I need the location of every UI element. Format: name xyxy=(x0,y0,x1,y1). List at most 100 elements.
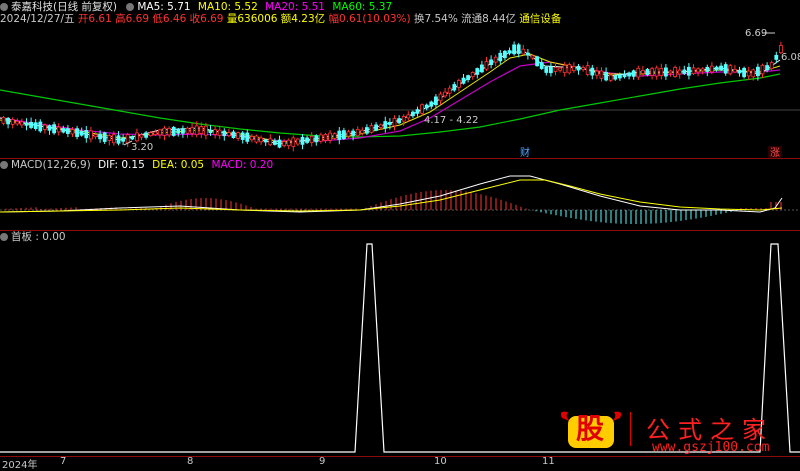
candle-body xyxy=(456,80,461,88)
x-axis-line xyxy=(0,456,800,457)
candle-body xyxy=(121,137,125,142)
x-axis-label: 8 xyxy=(187,456,194,467)
candle-body xyxy=(420,104,425,114)
candle-body xyxy=(539,62,544,69)
candle-body xyxy=(714,66,719,71)
candle-body xyxy=(397,118,402,124)
candle-body xyxy=(116,135,121,144)
candle-body xyxy=(208,129,213,134)
x-axis-label: 2024年 xyxy=(2,460,38,471)
candle-body xyxy=(360,129,365,134)
candle-body xyxy=(268,138,273,146)
candle-body xyxy=(277,139,282,148)
panel-separator-2[interactable] xyxy=(0,230,800,231)
candle-body xyxy=(461,77,466,84)
candle-body xyxy=(401,116,406,122)
x-axis-label: 7 xyxy=(60,456,67,467)
candle-body xyxy=(687,66,691,76)
watermark: 股 公式之家 www.gszj100.com xyxy=(556,408,800,455)
candle-body xyxy=(148,132,153,137)
candle-body xyxy=(236,132,241,139)
candle-body xyxy=(479,64,484,73)
right-price-label: 6.08 xyxy=(781,52,800,63)
candle-body xyxy=(222,130,227,137)
candle-body xyxy=(38,121,43,132)
candle-body xyxy=(355,129,360,137)
candle-body xyxy=(153,131,158,135)
candle-body xyxy=(567,64,572,74)
candle-body xyxy=(93,134,98,138)
candle-body xyxy=(710,65,714,73)
candle-body xyxy=(70,129,75,135)
candle-body xyxy=(52,124,56,134)
candle-body xyxy=(700,68,705,72)
candle-body xyxy=(107,135,112,141)
candle-body xyxy=(47,125,52,131)
candle-body xyxy=(56,126,61,133)
candle-body xyxy=(484,61,489,70)
watermark-glyph: 股 xyxy=(575,412,604,445)
candle-body xyxy=(332,133,337,139)
candle-body xyxy=(429,101,434,107)
price-chart[interactable]: 6.69 6.08 4.17 - 4.22 3.20 财 涨 xyxy=(0,0,800,158)
candle-body xyxy=(549,66,553,74)
candle-body xyxy=(765,65,769,71)
candle-body xyxy=(618,74,622,79)
candle-body xyxy=(185,127,190,134)
candle-body xyxy=(599,70,604,79)
candle-body xyxy=(521,48,526,55)
candle-body xyxy=(645,68,650,76)
candle-body xyxy=(604,72,608,81)
candle-body xyxy=(673,67,677,77)
candle-body xyxy=(75,128,79,137)
candle-body xyxy=(512,44,516,55)
x-axis: 2024年 7 8 9 10 11 xyxy=(0,456,800,471)
candle-body xyxy=(498,52,503,62)
shouban-menu-icon[interactable] xyxy=(0,233,8,241)
candle-body xyxy=(337,130,342,140)
candle-body xyxy=(300,136,305,145)
candle-body xyxy=(742,67,746,78)
macd-menu-icon[interactable] xyxy=(0,161,8,169)
candle-body xyxy=(180,128,185,134)
candle-body xyxy=(318,134,323,142)
candle-body xyxy=(374,124,379,131)
candle-body xyxy=(378,124,383,128)
x-axis-label: 10 xyxy=(434,456,447,467)
candle-body xyxy=(369,125,374,133)
candle-body xyxy=(328,132,333,141)
candle-body xyxy=(475,68,480,75)
candle-body xyxy=(677,69,682,75)
candle-body xyxy=(254,135,259,143)
macd-chart[interactable] xyxy=(0,170,800,230)
badge-zhang[interactable]: 涨 xyxy=(770,147,780,158)
candle-body xyxy=(691,67,696,75)
candle-body xyxy=(502,50,507,59)
candle-body xyxy=(226,132,231,137)
candle-body xyxy=(470,72,475,78)
candle-body xyxy=(15,120,20,125)
candle-body xyxy=(98,133,102,140)
candle-body xyxy=(194,125,199,136)
candle-body xyxy=(769,62,774,70)
candle-body xyxy=(659,67,664,77)
candle-body xyxy=(364,127,369,134)
watermark-url: www.gszj100.com xyxy=(652,440,770,455)
candle-body xyxy=(309,135,314,144)
candle-body xyxy=(627,72,631,77)
candle-body xyxy=(585,65,590,75)
candle-body xyxy=(24,122,29,126)
candle-body xyxy=(410,111,415,117)
candle-body xyxy=(144,132,149,138)
x-axis-label: 9 xyxy=(319,456,326,467)
candle-body xyxy=(576,65,581,71)
candle-body xyxy=(249,136,254,141)
candle-body xyxy=(291,137,296,147)
candle-body xyxy=(530,55,535,59)
candle-body xyxy=(84,130,89,139)
candle-body xyxy=(240,132,245,140)
candle-body xyxy=(650,68,654,76)
badge-cai[interactable]: 财 xyxy=(520,146,530,158)
candle-body xyxy=(558,67,562,71)
candle-body xyxy=(346,131,351,137)
